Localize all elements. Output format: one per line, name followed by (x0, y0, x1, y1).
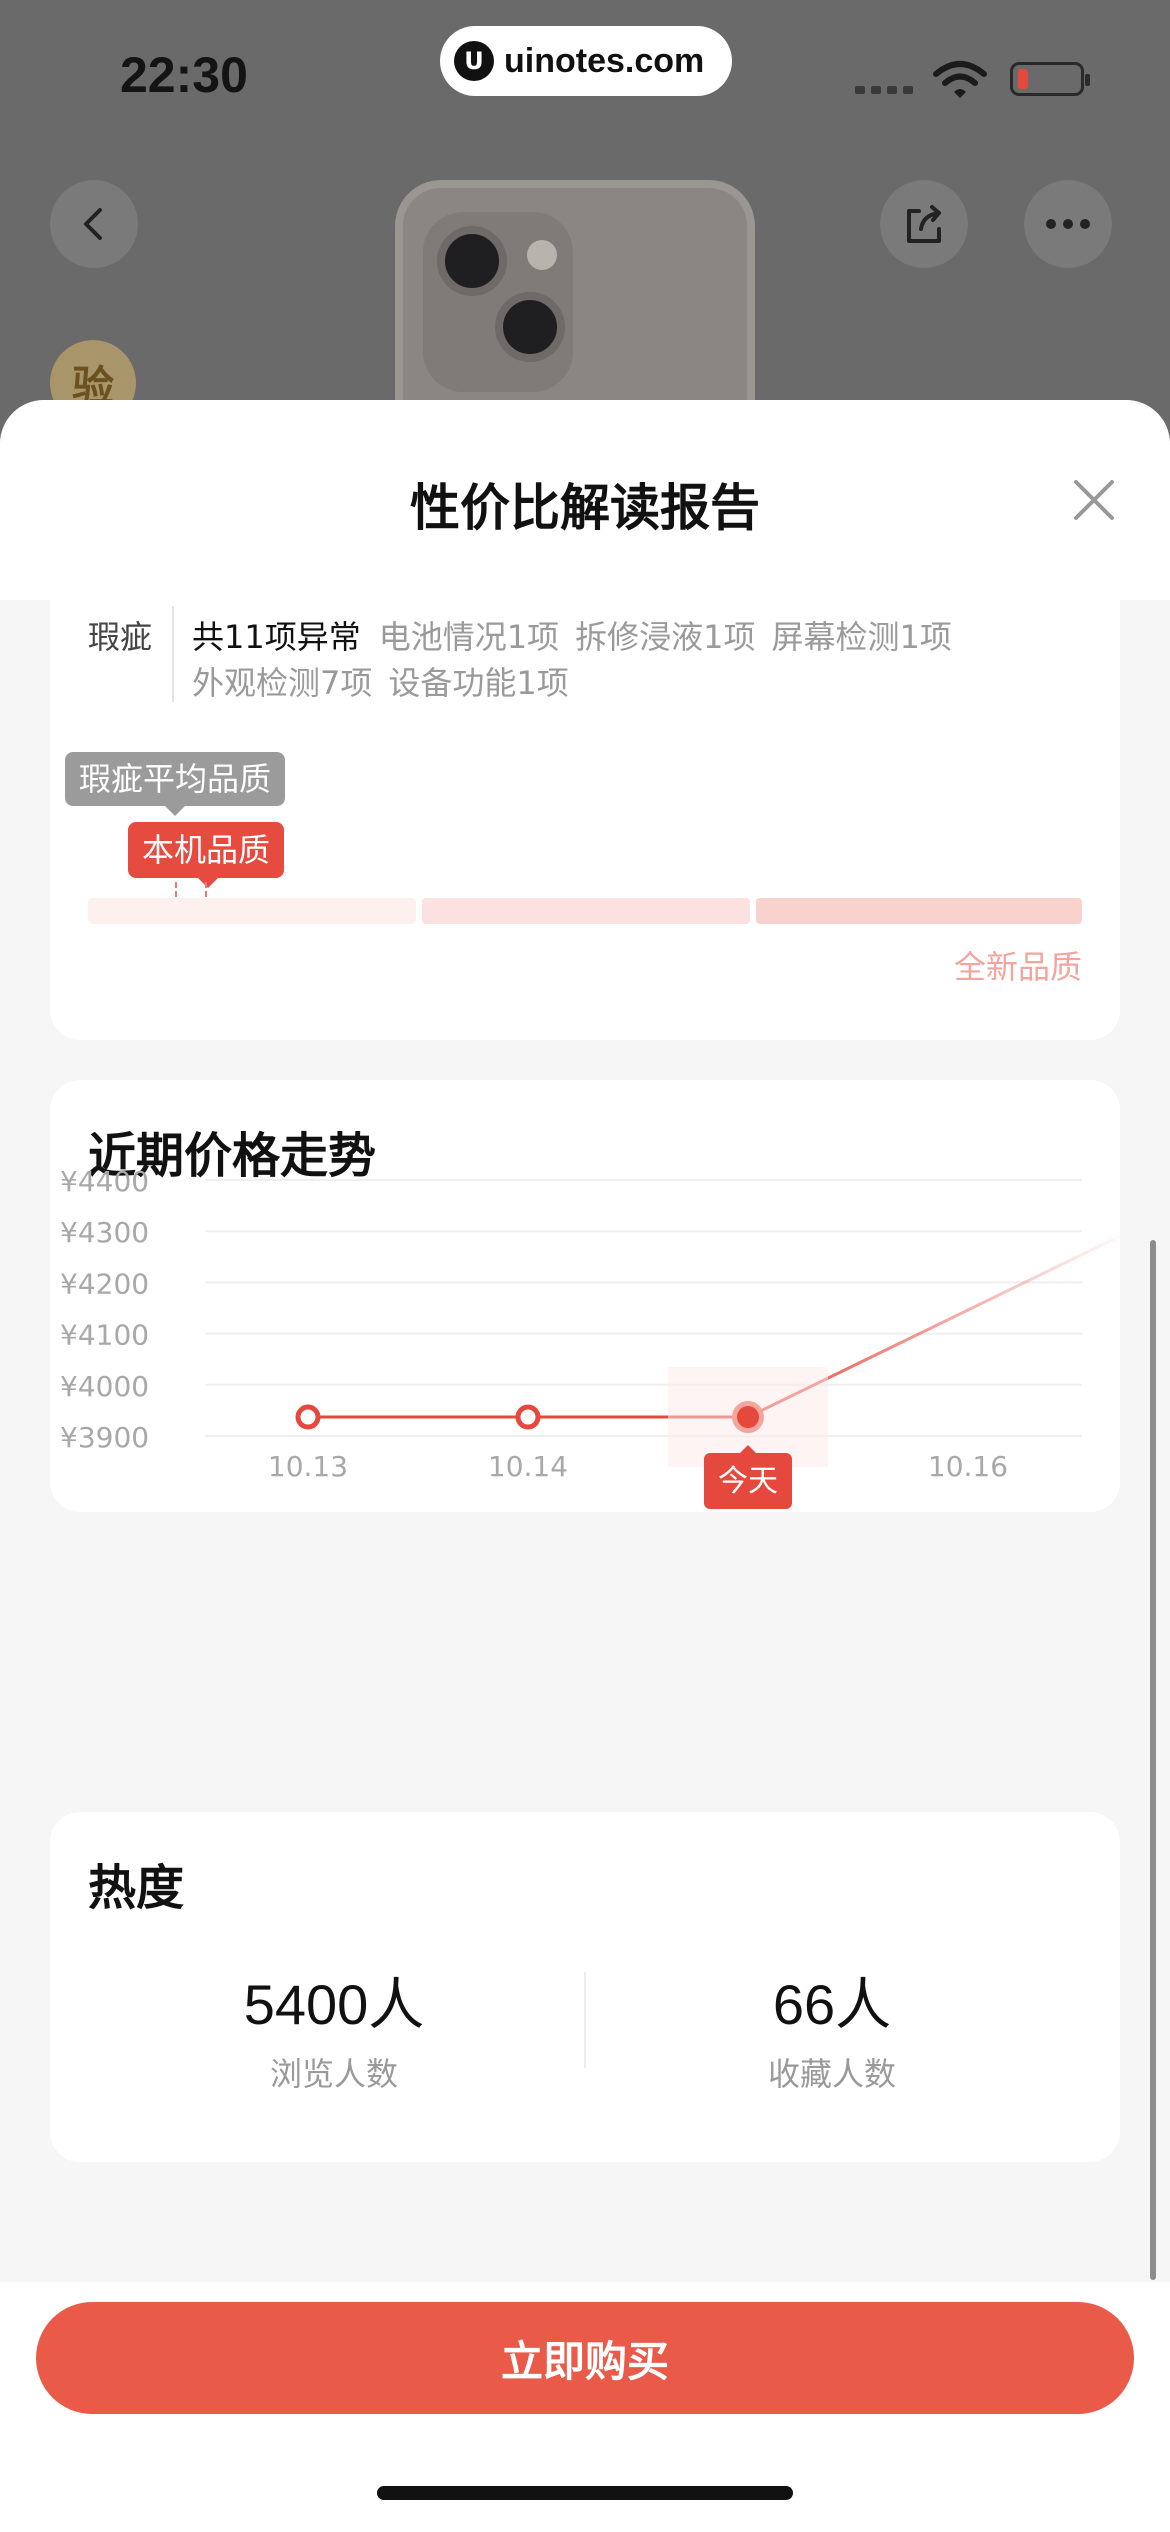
scrollbar[interactable] (1150, 1240, 1156, 2280)
more-dots-icon (1046, 219, 1090, 229)
y-tick-label: ¥4300 (60, 1216, 149, 1249)
x-tick-label: 10.14 (488, 1450, 568, 1483)
flaw-items-line: 外观检测7项 设备功能1项 (192, 658, 585, 704)
x-tick-label: 10.16 (928, 1450, 1008, 1483)
x-tick-label: 10.13 (268, 1450, 348, 1483)
status-time: 22:30 (120, 47, 248, 103)
wifi-icon (933, 61, 987, 98)
flaw-summary-line: 共11项异常 电池情况1项 拆修浸液1项 屏幕检测1项 (192, 612, 968, 658)
average-quality-tag: 瑕疵平均品质 (65, 752, 286, 816)
share-button[interactable] (880, 180, 968, 268)
stat-divider (584, 1972, 586, 2068)
buy-now-button[interactable]: 立即购买 (36, 2302, 1134, 2414)
flaw-item: 拆修浸液1项 (575, 618, 756, 656)
data-point (737, 1406, 759, 1429)
max-quality-label: 全新品质 (953, 948, 1082, 986)
flaw-total: 共11项异常 (192, 618, 361, 656)
quality-bar-segment (88, 898, 416, 924)
quality-card: 瑕疵 共11项异常 电池情况1项 拆修浸液1项 屏幕检测1项 外观检测7项 设备功能1项… (50, 600, 1120, 1040)
camera-module (423, 212, 573, 392)
y-tick-label: ¥4100 (60, 1319, 149, 1352)
data-point (295, 1404, 321, 1430)
views-value: 5400人 (243, 1973, 425, 2036)
today-tag-label: 今天 (718, 1464, 778, 1499)
camera-lens (495, 292, 565, 362)
home-indicator (377, 2486, 793, 2500)
favorites-label: 收藏人数 (767, 2055, 896, 2093)
share-icon (907, 205, 941, 243)
flaw-item: 外观检测7项 (192, 664, 373, 702)
battery-icon (1010, 62, 1090, 96)
cellular-signal-icon (855, 86, 913, 94)
quality-bar-segment (422, 898, 750, 924)
back-button[interactable] (50, 180, 138, 268)
flash (527, 240, 557, 270)
y-tick-label: ¥4400 (60, 1165, 149, 1198)
y-tick-label: ¥4200 (60, 1267, 149, 1300)
quality-bar-segment (756, 898, 1082, 924)
flaw-label: 瑕疵 (88, 618, 153, 656)
product-image (395, 180, 755, 420)
divider (172, 606, 174, 702)
more-button[interactable] (1024, 180, 1112, 268)
url-pill[interactable]: U uinotes.com (440, 26, 732, 96)
views-stat: 5400人 浏览人数 (184, 1960, 484, 2095)
flaw-item: 屏幕检测1项 (771, 618, 952, 656)
sheet-header: 性价比解读报告 (0, 400, 1170, 600)
this-quality-tag: 本机品质 (128, 822, 285, 888)
price-trend-card: 近期价格走势 ¥4400 ¥4300 ¥4200 ¥4100 ¥4000 ¥3900 10.… (50, 1080, 1120, 1512)
favorites-value: 66人 (772, 1973, 892, 2036)
url-text: uinotes.com (504, 41, 705, 80)
y-tick-label: ¥4000 (60, 1370, 149, 1403)
flaw-item: 设备功能1项 (388, 664, 569, 702)
close-icon[interactable] (1064, 470, 1124, 530)
flaw-item: 电池情况1项 (378, 618, 560, 656)
views-label: 浏览人数 (269, 2055, 398, 2093)
heat-title: 热度 (88, 1860, 185, 1916)
heat-card: 热度 5400人 浏览人数 66人 收藏人数 (50, 1812, 1120, 2162)
data-point (515, 1404, 541, 1430)
site-logo-icon: U (454, 41, 494, 81)
favorites-stat: 66人 收藏人数 (682, 1960, 982, 2095)
sheet-title: 性价比解读报告 (410, 479, 760, 537)
chevron-left-icon (84, 208, 102, 240)
camera-lens (437, 226, 507, 296)
y-tick-label: ¥3900 (60, 1421, 149, 1454)
product-background: 22:30 U uinotes.com 验 (0, 0, 1170, 420)
report-sheet: 性价比解读报告 瑕疵 共11项异常 电池情况1项 拆修浸液1项 屏幕检测1项 外观检测… (0, 400, 1170, 2532)
price-chart: ¥4400 ¥4300 ¥4200 ¥4100 ¥4000 ¥3900 10.13 10.14… (60, 1165, 1120, 1510)
bottom-bar: 立即购买 (0, 2282, 1170, 2532)
